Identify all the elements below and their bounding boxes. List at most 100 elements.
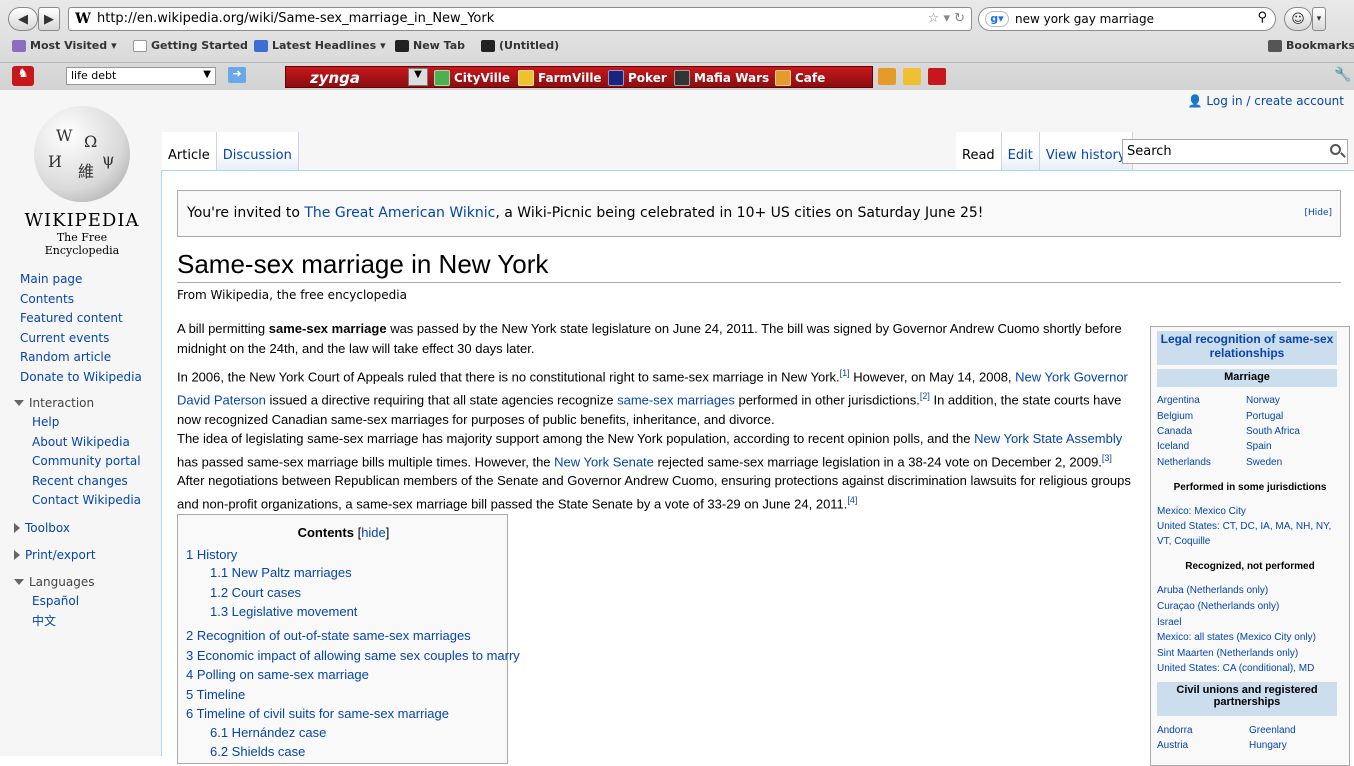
chevron-down-icon[interactable]: ▼	[203, 69, 211, 80]
tab-edit[interactable]: Edit	[1001, 132, 1040, 170]
ref-link[interactable]: [3]	[1102, 453, 1112, 463]
nav-donate[interactable]: Donate to Wikipedia	[20, 370, 142, 384]
infobox-link[interactable]: Norway	[1246, 395, 1280, 406]
wiki-search-input[interactable]: Search	[1122, 139, 1348, 164]
toc-item[interactable]: 6 Timeline of civil suits for same-sex m…	[186, 706, 449, 721]
infobox-link[interactable]: Netherlands	[1157, 457, 1211, 468]
tab-discussion[interactable]: Discussion	[216, 132, 299, 170]
infobox-link[interactable]: Mexico: all states (Mexico City only)	[1157, 632, 1316, 643]
toolbar-search-field[interactable]: life debt ▼	[66, 67, 216, 85]
search-icon[interactable]: ⚲	[1257, 10, 1267, 25]
zynga-dog-icon[interactable]: ♞	[12, 66, 34, 86]
google-icon[interactable]: g▾	[985, 11, 1009, 27]
bookmark-untitled[interactable]: (Untitled)	[481, 39, 559, 52]
senate-link[interactable]: New York Senate	[554, 454, 654, 469]
infobox-link[interactable]: VT, Coquille	[1157, 536, 1210, 547]
bookmarks-menu[interactable]: Bookmarks	[1268, 39, 1354, 52]
notice-hide-button[interactable]: [Hide]	[1304, 208, 1332, 218]
print-export-toggle[interactable]: Print/export	[14, 548, 96, 562]
toc-hide-button[interactable]: hide	[361, 525, 386, 540]
languages-toggle[interactable]: Languages	[14, 575, 94, 589]
nav-main-page[interactable]: Main page	[20, 272, 82, 286]
game-farmville[interactable]: FarmVille	[518, 70, 602, 86]
nav-contact[interactable]: Contact Wikipedia	[32, 493, 141, 507]
game-mafia-wars[interactable]: Mafia Wars	[674, 70, 769, 86]
tab-view-history[interactable]: View history	[1039, 132, 1133, 170]
bookmark-latest-headlines[interactable]: Latest Headlines ▾	[254, 39, 386, 52]
nav-community-portal[interactable]: Community portal	[32, 454, 141, 468]
tab-article[interactable]: Article	[162, 132, 217, 170]
infobox-link[interactable]: Canada	[1157, 426, 1192, 437]
infobox-link[interactable]: Iceland	[1157, 441, 1189, 452]
interaction-toggle[interactable]: Interaction	[14, 396, 94, 410]
infobox-link[interactable]: Israel	[1157, 617, 1181, 628]
game-cityville[interactable]: CityVille	[434, 70, 510, 86]
game-shortcut-icon[interactable]	[878, 68, 896, 85]
search-icon[interactable]	[1330, 144, 1341, 155]
star-icon[interactable]: ☆ ▾ ↻	[928, 11, 965, 26]
url-bar[interactable]: W http://en.wikipedia.org/wiki/Same-sex_…	[68, 7, 972, 31]
ref-link[interactable]: [2]	[920, 391, 930, 401]
infobox-link[interactable]: Andorra	[1157, 725, 1193, 736]
state-assembly-link[interactable]: New York State Assembly	[974, 431, 1122, 446]
back-button[interactable]: ◀	[8, 7, 38, 31]
poker-shortcut-icon[interactable]	[928, 68, 946, 85]
browser-search-box[interactable]: g▾ new york gay marriage ⚲	[978, 7, 1276, 31]
nav-random-article[interactable]: Random article	[20, 350, 111, 364]
toc-item[interactable]: 1.2 Court cases	[210, 585, 301, 600]
wiknic-link[interactable]: The Great American Wiknic	[304, 205, 495, 221]
lang-chinese[interactable]: 中文	[32, 614, 56, 628]
toc-item[interactable]: 5 Timeline	[186, 687, 245, 702]
ref-link[interactable]: [4]	[847, 495, 857, 505]
infobox-link[interactable]: Belgium	[1157, 411, 1193, 422]
game-cafe[interactable]: Cafe	[775, 70, 825, 86]
toc-item[interactable]: 2 Recognition of out-of-state same-sex m…	[186, 628, 471, 643]
game-poker[interactable]: Poker	[608, 70, 667, 86]
nav-about[interactable]: About Wikipedia	[32, 435, 130, 449]
wikipedia-logo[interactable]: WΩИ維ψ WIKIPEDIA The Free Encyclopedia	[20, 102, 144, 257]
tab-read[interactable]: Read	[956, 132, 1002, 170]
infobox-link[interactable]: Aruba (Netherlands only)	[1157, 585, 1268, 596]
same-sex-marriages-link[interactable]: same-sex marriages	[617, 392, 735, 407]
infobox-link[interactable]: United States: CT, DC, IA, MA, NH, NY,	[1157, 521, 1331, 532]
toc-item[interactable]: 6.1 Hernández case	[210, 725, 326, 740]
bookmark-getting-started[interactable]: Getting Started	[133, 39, 248, 52]
ref-link[interactable]: [1]	[840, 368, 850, 378]
toc-item[interactable]: 1.1 New Paltz marriages	[210, 565, 352, 580]
nav-recent-changes[interactable]: Recent changes	[32, 474, 128, 488]
infobox-link[interactable]: Hungary	[1249, 740, 1287, 751]
nav-featured-content[interactable]: Featured content	[20, 311, 123, 325]
infobox-link[interactable]: Argentina	[1157, 395, 1200, 406]
infobox-link[interactable]: Portugal	[1246, 411, 1283, 422]
login-link[interactable]: 👤 Log in / create account	[1188, 94, 1344, 108]
greasemonkey-icon[interactable]: ☺	[1284, 7, 1312, 31]
bookmark-new-tab[interactable]: New Tab	[395, 39, 465, 52]
infobox-link[interactable]: Curaçao (Netherlands only)	[1157, 601, 1279, 612]
infobox-link[interactable]: Sint Maarten (Netherlands only)	[1157, 648, 1298, 659]
toc-item[interactable]: 6.2 Shields case	[210, 744, 305, 759]
infobox-link[interactable]: Mexico: Mexico City	[1157, 506, 1246, 517]
bookmark-most-visited[interactable]: Most Visited ▾	[12, 39, 117, 52]
toc-item[interactable]: 4 Polling on same-sex marriage	[186, 667, 369, 682]
toolbox-toggle[interactable]: Toolbox	[14, 521, 70, 535]
infobox-link[interactable]: South Africa	[1246, 426, 1300, 437]
toc-item[interactable]: 3 Economic impact of allowing same sex c…	[186, 648, 520, 663]
nav-contents[interactable]: Contents	[20, 292, 74, 306]
lang-espanol[interactable]: Español	[32, 594, 79, 608]
nav-current-events[interactable]: Current events	[20, 331, 109, 345]
go-arrow-icon[interactable]: ➜	[228, 67, 246, 83]
chevron-down-icon[interactable]: ▼	[408, 68, 428, 86]
nav-help[interactable]: Help	[32, 415, 59, 429]
infobox-link[interactable]: Sweden	[1246, 457, 1282, 468]
chevron-down-icon[interactable]: ▾	[1312, 7, 1326, 31]
infobox-link[interactable]: United States: CA (conditional), MD	[1157, 663, 1314, 674]
toc-item[interactable]: 1.3 Legislative movement	[210, 604, 357, 619]
infobox-link[interactable]: Spain	[1246, 441, 1272, 452]
wrench-icon[interactable]: 🔧	[1334, 67, 1351, 83]
toc-item[interactable]: 1 History	[186, 547, 237, 562]
infobox-link[interactable]: Austria	[1157, 740, 1188, 751]
zynga-logo[interactable]: zynga	[310, 69, 360, 87]
infobox-link[interactable]: Greenland	[1249, 725, 1296, 736]
farmville-shortcut-icon[interactable]	[903, 68, 921, 85]
forward-button[interactable]: ▶	[38, 7, 60, 31]
